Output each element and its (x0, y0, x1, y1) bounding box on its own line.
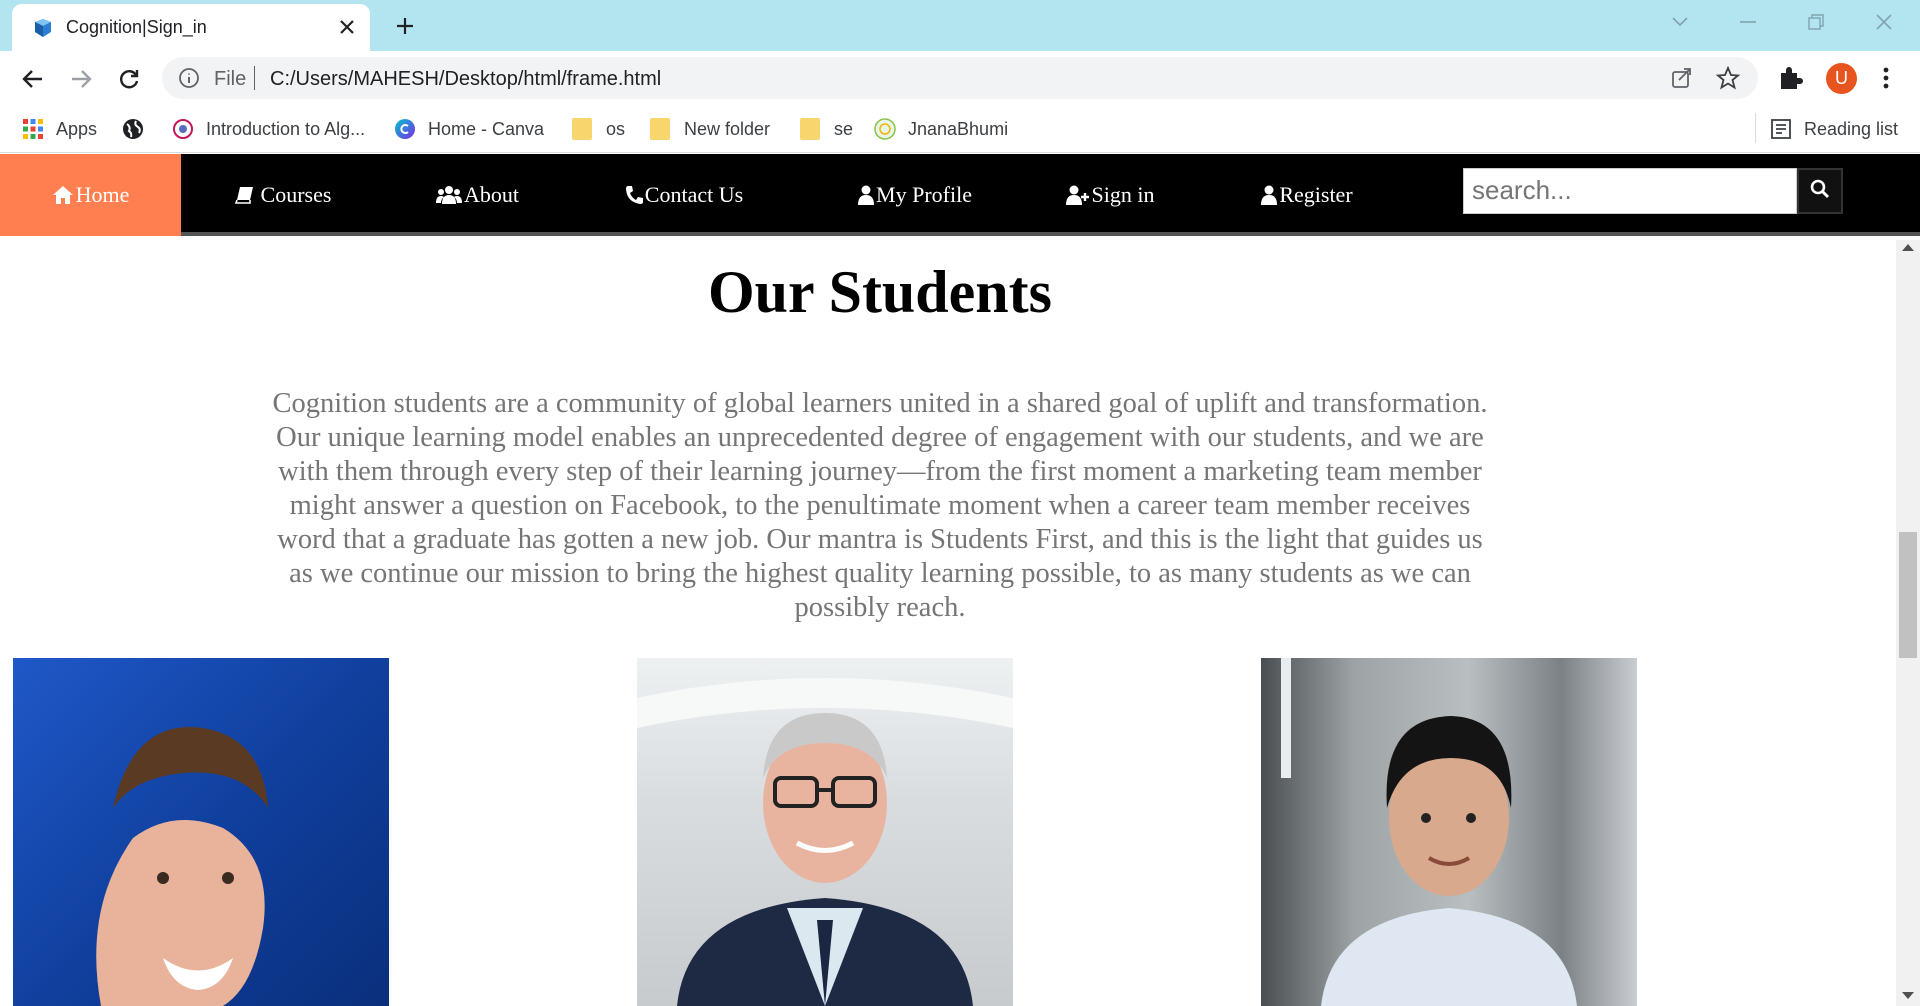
scrollbar-thumb[interactable] (1899, 532, 1917, 658)
nav-contact[interactable]: Contact Us (600, 154, 768, 236)
kebab-menu-icon[interactable] (1876, 63, 1896, 93)
jnanabhumi-icon (874, 118, 896, 140)
nav-label: Home (75, 182, 130, 207)
folder-icon (572, 118, 592, 140)
book-icon (234, 185, 255, 205)
search-button[interactable] (1797, 168, 1843, 214)
bookmarks-bar: Apps Introduction to Alg... Home - Canva… (0, 106, 1920, 153)
student-photo-3 (1261, 658, 1637, 1006)
globe-icon (122, 118, 144, 140)
share-icon[interactable] (1670, 66, 1694, 90)
bookmark-label: JnanaBhumi (908, 118, 1009, 139)
bookmark-label: Introduction to Alg... (206, 118, 366, 139)
scroll-down-arrow-icon[interactable] (1902, 992, 1914, 999)
page-viewport: Home Courses About Contact Us My Profile (0, 154, 1920, 1006)
phone-icon (625, 185, 643, 205)
bookmarks-divider (1755, 113, 1756, 143)
student-photo-1 (13, 658, 389, 1006)
bookmark-jnanabhumi[interactable]: JnanaBhumi (874, 114, 1008, 144)
student-photo-2 (637, 658, 1013, 1006)
back-arrow-icon[interactable] (18, 64, 48, 94)
nav-courses[interactable]: Courses (200, 154, 366, 236)
address-bar[interactable]: File C:/Users/MAHESH/Desktop/html/frame.… (162, 57, 1758, 99)
search-input[interactable]: search... (1463, 168, 1797, 214)
scroll-up-arrow-icon[interactable] (1902, 244, 1914, 251)
nav-about[interactable]: About (400, 154, 555, 236)
nav-label: Sign in (1091, 182, 1155, 207)
folder-icon (650, 118, 670, 140)
tab-favicon-icon (32, 17, 54, 39)
intro-paragraph: Cognition students are a community of gl… (272, 388, 1488, 623)
profile-avatar[interactable]: U (1826, 63, 1857, 94)
bookmark-canva[interactable]: Home - Canva (394, 114, 544, 144)
folder-icon (800, 118, 820, 140)
info-icon[interactable] (178, 67, 200, 89)
user-icon (858, 185, 875, 205)
nav-register[interactable]: Register (1240, 154, 1374, 236)
bookmark-label: se (834, 118, 854, 139)
bookmark-introduction[interactable]: Introduction to Alg... (172, 114, 365, 144)
restore-icon[interactable] (1796, 8, 1836, 36)
site-favicon-icon (172, 118, 194, 140)
nav-sign-in[interactable]: Sign in (1040, 154, 1180, 236)
reading-list-button[interactable]: Reading list (1770, 114, 1898, 144)
browser-tab[interactable]: Cognition|Sign_in (12, 4, 370, 51)
nav-label: Courses (260, 182, 332, 207)
users-icon (436, 185, 462, 205)
user-icon (1261, 185, 1278, 205)
reading-list-label: Reading list (1804, 118, 1899, 139)
canva-icon (394, 118, 416, 140)
site-navbar: Home Courses About Contact Us My Profile (0, 154, 1920, 236)
address-scheme: File (214, 68, 247, 90)
bookmark-label: New folder (684, 118, 771, 139)
minimize-icon[interactable] (1728, 8, 1768, 36)
home-icon (52, 185, 74, 205)
nav-label: Contact Us (644, 182, 744, 207)
page-title: Our Students (707, 259, 1052, 325)
reload-icon[interactable] (114, 64, 144, 94)
user-plus-icon (1065, 185, 1090, 205)
address-url[interactable]: C:/Users/MAHESH/Desktop/html/frame.html (270, 68, 661, 91)
nav-label: My Profile (876, 182, 972, 207)
bookmark-label: os (606, 118, 626, 139)
forward-arrow-icon[interactable] (66, 64, 96, 94)
bookmark-star-icon[interactable] (1715, 65, 1741, 90)
bookmark-apps[interactable]: Apps (22, 114, 97, 144)
page-scrollbar[interactable] (1896, 240, 1920, 1006)
bookmark-globe[interactable] (122, 114, 156, 144)
apps-grid-icon (22, 118, 44, 140)
bookmark-folder-new[interactable]: New folder (650, 114, 770, 144)
nav-label: Register (1279, 182, 1353, 207)
new-tab-icon[interactable] (390, 11, 420, 41)
extensions-puzzle-icon[interactable] (1776, 64, 1804, 92)
bookmark-label: Apps (56, 118, 98, 139)
search-icon (1810, 179, 1830, 204)
bookmark-label: Home - Canva (428, 118, 545, 139)
browser-titlebar: Cognition|Sign_in (0, 0, 1920, 51)
close-tab-icon[interactable] (334, 14, 360, 40)
bookmark-folder-se[interactable]: se (800, 114, 853, 144)
close-window-icon[interactable] (1864, 8, 1904, 36)
nav-my-profile[interactable]: My Profile (830, 154, 1000, 236)
tab-search-chevron-icon[interactable] (1660, 8, 1700, 36)
tab-title: Cognition|Sign_in (66, 17, 207, 37)
nav-label: About (464, 182, 519, 207)
bookmark-folder-os[interactable]: os (572, 114, 625, 144)
nav-home[interactable]: Home (0, 154, 181, 236)
address-separator (254, 66, 255, 90)
browser-toolbar: File C:/Users/MAHESH/Desktop/html/frame.… (0, 51, 1920, 106)
reading-list-icon (1770, 118, 1792, 140)
